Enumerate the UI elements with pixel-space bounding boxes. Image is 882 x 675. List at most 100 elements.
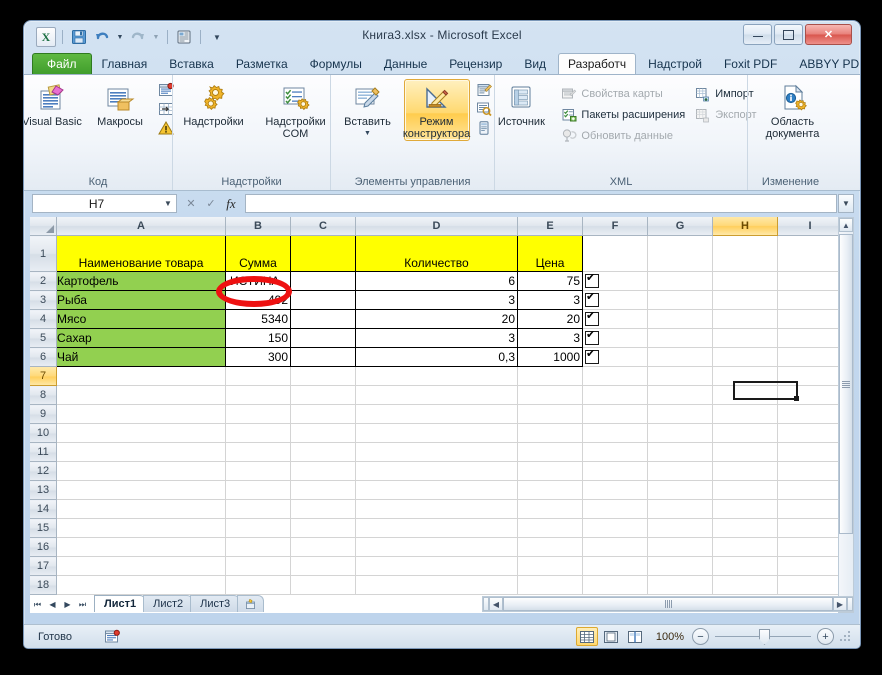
cell-b12[interactable] xyxy=(226,462,291,481)
cell-b1[interactable]: Сумма xyxy=(226,236,291,272)
view-page-layout-button[interactable] xyxy=(600,627,622,646)
cell-i2[interactable] xyxy=(778,272,843,291)
cell-b10[interactable] xyxy=(226,424,291,443)
formula-input[interactable] xyxy=(245,194,837,213)
cell-g12[interactable] xyxy=(648,462,713,481)
row-header-13[interactable]: 13 xyxy=(30,481,57,500)
cell-i11[interactable] xyxy=(778,443,843,462)
enter-formula-button[interactable]: ✓ xyxy=(201,194,221,213)
cell-d3[interactable]: 3 xyxy=(356,291,518,310)
cell-d8[interactable] xyxy=(356,386,518,405)
window-resize-grip[interactable] xyxy=(840,631,852,643)
cell-e16[interactable] xyxy=(518,538,583,557)
horizontal-scrollbar[interactable]: ◀ ▶ xyxy=(482,596,854,612)
cell-c9[interactable] xyxy=(291,405,356,424)
cell-g8[interactable] xyxy=(648,386,713,405)
select-all-corner[interactable] xyxy=(30,217,57,236)
row-header-8[interactable]: 8 xyxy=(30,386,57,405)
column-header-d[interactable]: D xyxy=(356,217,518,236)
tab-file[interactable]: Файл xyxy=(32,53,92,75)
cell-d14[interactable] xyxy=(356,500,518,519)
tab-data[interactable]: Данные xyxy=(374,53,437,75)
column-header-e[interactable]: E xyxy=(518,217,583,236)
cell-h16[interactable] xyxy=(713,538,778,557)
cell-i1[interactable] xyxy=(778,236,843,272)
checkbox-control-row-4[interactable] xyxy=(585,312,599,326)
cell-a5[interactable]: Сахар xyxy=(57,329,226,348)
cell-b2[interactable]: ИСТИНА xyxy=(226,272,291,291)
insert-function-button[interactable]: fx xyxy=(221,194,241,213)
scroll-right-button[interactable]: ▶ xyxy=(833,597,847,611)
column-header-b[interactable]: B xyxy=(226,217,291,236)
zoom-out-button[interactable]: − xyxy=(692,628,709,645)
cell-i4[interactable] xyxy=(778,310,843,329)
cell-d13[interactable] xyxy=(356,481,518,500)
vertical-scroll-thumb[interactable] xyxy=(839,234,853,534)
cell-b6[interactable]: 300 xyxy=(226,348,291,367)
cell-i5[interactable] xyxy=(778,329,843,348)
cell-b4[interactable]: 5340 xyxy=(226,310,291,329)
cell-h11[interactable] xyxy=(713,443,778,462)
zoom-in-button[interactable]: + xyxy=(817,628,834,645)
com-addins-button[interactable]: Надстройки COM xyxy=(258,79,334,141)
cell-i16[interactable] xyxy=(778,538,843,557)
tab-home[interactable]: Главная xyxy=(92,53,158,75)
first-sheet-button[interactable]: ⏮ xyxy=(30,597,45,612)
cell-d16[interactable] xyxy=(356,538,518,557)
checkbox-control-row-5[interactable] xyxy=(585,331,599,345)
cell-h6[interactable] xyxy=(713,348,778,367)
cell-h3[interactable] xyxy=(713,291,778,310)
cell-a8[interactable] xyxy=(57,386,226,405)
cell-i15[interactable] xyxy=(778,519,843,538)
cell-e4[interactable]: 20 xyxy=(518,310,583,329)
cell-d11[interactable] xyxy=(356,443,518,462)
row-header-16[interactable]: 16 xyxy=(30,538,57,557)
cell-c11[interactable] xyxy=(291,443,356,462)
cell-d1[interactable]: Количество xyxy=(356,236,518,272)
refresh-data-button[interactable]: Обновить данные xyxy=(558,127,688,145)
horizontal-scroll-thumb[interactable] xyxy=(503,597,833,611)
tab-abbyy-pdf[interactable]: ABBYY PDF xyxy=(789,53,861,75)
cell-f8[interactable] xyxy=(583,386,648,405)
close-button[interactable]: ✕ xyxy=(805,24,852,45)
cell-e17[interactable] xyxy=(518,557,583,576)
cell-g3[interactable] xyxy=(648,291,713,310)
cell-e6[interactable]: 1000 xyxy=(518,348,583,367)
tab-addins[interactable]: Надстрой xyxy=(638,53,712,75)
cell-c3[interactable] xyxy=(291,291,356,310)
insert-control-dropdown-icon[interactable]: ▼ xyxy=(364,128,371,140)
row-header-9[interactable]: 9 xyxy=(30,405,57,424)
cell-g16[interactable] xyxy=(648,538,713,557)
cell-c8[interactable] xyxy=(291,386,356,405)
cell-h18[interactable] xyxy=(713,576,778,595)
cell-c15[interactable] xyxy=(291,519,356,538)
cell-e14[interactable] xyxy=(518,500,583,519)
tab-page-layout[interactable]: Разметка xyxy=(226,53,298,75)
last-sheet-button[interactable]: ⏭ xyxy=(75,597,90,612)
row-header-15[interactable]: 15 xyxy=(30,519,57,538)
name-box-dropdown-icon[interactable]: ▼ xyxy=(160,199,176,208)
cell-f17[interactable] xyxy=(583,557,648,576)
cell-f15[interactable] xyxy=(583,519,648,538)
name-box[interactable]: H7 ▼ xyxy=(32,194,177,213)
insert-sheet-button[interactable] xyxy=(237,595,264,612)
cell-c7[interactable] xyxy=(291,367,356,386)
tab-developer[interactable]: Разработч xyxy=(558,53,636,75)
cell-h1[interactable] xyxy=(713,236,778,272)
cell-f2[interactable] xyxy=(583,272,648,291)
cell-d10[interactable] xyxy=(356,424,518,443)
cell-a1[interactable]: Наименование товара xyxy=(57,236,226,272)
cell-c2[interactable] xyxy=(291,272,356,291)
cell-i13[interactable] xyxy=(778,481,843,500)
cell-i12[interactable] xyxy=(778,462,843,481)
view-page-break-button[interactable] xyxy=(624,627,646,646)
cell-i14[interactable] xyxy=(778,500,843,519)
cell-a14[interactable] xyxy=(57,500,226,519)
cell-f11[interactable] xyxy=(583,443,648,462)
macros-button[interactable]: Макросы xyxy=(87,79,153,129)
cell-f4[interactable] xyxy=(583,310,648,329)
cell-d12[interactable] xyxy=(356,462,518,481)
tab-view[interactable]: Вид xyxy=(514,53,556,75)
checkbox-control-row-6[interactable] xyxy=(585,350,599,364)
cell-d7[interactable] xyxy=(356,367,518,386)
